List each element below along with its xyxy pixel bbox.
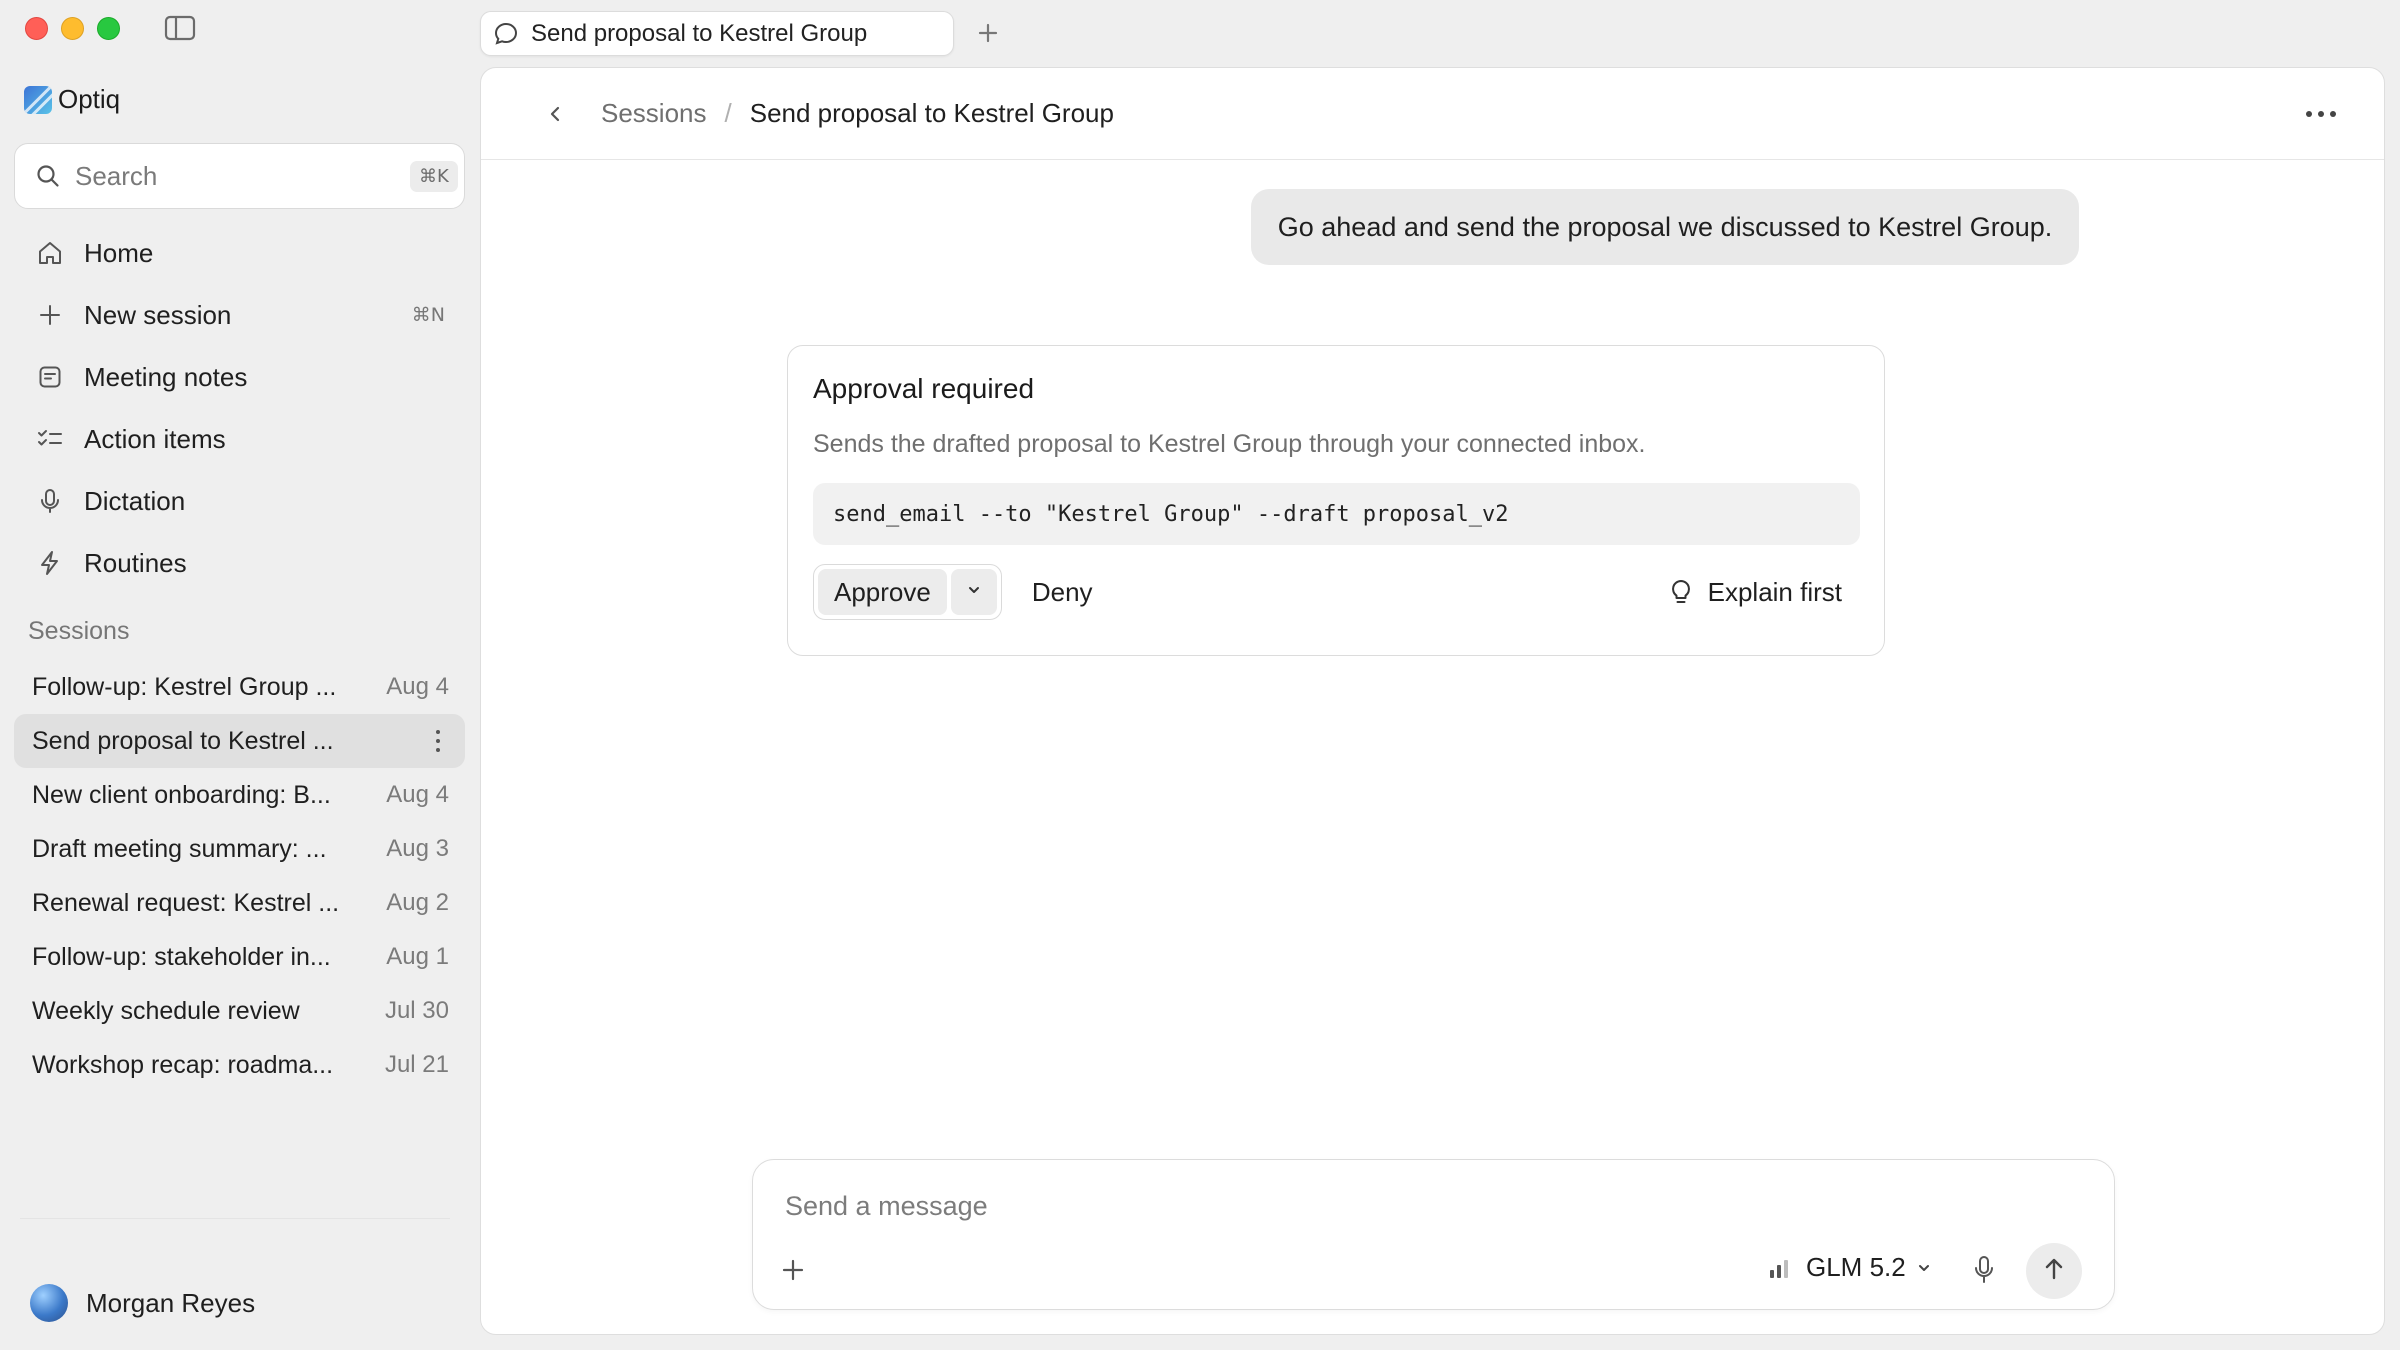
approve-split-button: Approve	[813, 564, 1002, 620]
session-title: Follow-up: stakeholder in...	[32, 942, 331, 971]
session-header: Sessions / Send proposal to Kestrel Grou…	[481, 68, 2384, 160]
zoom-window-button[interactable]	[97, 17, 120, 40]
session-date: Aug 1	[386, 943, 449, 970]
tab-title: Send proposal to Kestrel Group	[531, 19, 868, 47]
new-session-shortcut: ⌘N	[411, 304, 445, 326]
microphone-icon	[36, 487, 64, 515]
message-composer: GLM 5.2	[752, 1159, 2115, 1310]
session-title: Send proposal to Kestrel ...	[32, 726, 334, 755]
main-panel: Sessions / Send proposal to Kestrel Grou…	[480, 67, 2385, 1335]
session-date: Aug 3	[386, 835, 449, 862]
signal-bars-icon	[1768, 1257, 1792, 1279]
window-controls	[25, 17, 120, 40]
session-list: Follow-up: Kestrel Group ... Aug 4 Send …	[14, 660, 465, 1092]
sidebar-item-label: Dictation	[84, 485, 186, 516]
session-date: Aug 2	[386, 889, 449, 916]
model-name: GLM 5.2	[1806, 1252, 1906, 1282]
search-box[interactable]: ⌘K	[14, 143, 465, 209]
approval-actions: Approve Deny Explain first	[813, 564, 1860, 620]
sidebar-item-label: New session	[84, 299, 232, 330]
sidebar-item-label: Home	[84, 237, 154, 268]
approval-title: Approval required	[813, 373, 1035, 404]
session-more-icon[interactable]	[427, 726, 449, 756]
session-title: Follow-up: Kestrel Group ...	[32, 672, 337, 701]
approval-description: Sends the drafted proposal to Kestrel Gr…	[813, 430, 1646, 458]
session-item[interactable]: New client onboarding: B... Aug 4	[14, 768, 465, 822]
sidebar-item-action-items[interactable]: Action items	[14, 408, 465, 470]
sidebar-item-label: Meeting notes	[84, 361, 248, 392]
microphone-icon[interactable]	[1970, 1254, 1998, 1286]
breadcrumb-sessions[interactable]: Sessions	[601, 98, 707, 129]
sidebar-item-label: Routines	[84, 547, 187, 578]
more-options-icon[interactable]	[2306, 110, 2336, 117]
session-item[interactable]: Renewal request: Kestrel ... Aug 2	[14, 876, 465, 930]
chevron-down-icon	[1916, 1260, 1932, 1276]
chat-bubble-icon	[493, 21, 519, 47]
sidebar-item-meeting-notes[interactable]: Meeting notes	[14, 346, 465, 408]
session-title: Renewal request: Kestrel ...	[32, 888, 340, 917]
session-item[interactable]: Weekly schedule review Jul 30	[14, 984, 465, 1038]
session-title: New client onboarding: B...	[32, 780, 331, 809]
explain-first-button[interactable]: Explain first	[1668, 577, 1860, 608]
approval-card: Approval required Sends the drafted prop…	[787, 345, 1885, 656]
note-icon	[36, 363, 64, 391]
chevron-down-icon	[966, 582, 982, 603]
deny-button[interactable]: Deny	[1032, 577, 1093, 608]
sidebar-toggle-icon[interactable]	[164, 15, 196, 41]
breadcrumb-current: Send proposal to Kestrel Group	[749, 98, 1114, 128]
session-item[interactable]: Workshop recap: roadma... Jul 21	[14, 1038, 465, 1092]
user-message-bubble: Go ahead and send the proposal we discus…	[1251, 189, 2079, 265]
sidebar-item-dictation[interactable]: Dictation	[14, 470, 465, 532]
add-attachment-icon[interactable]	[779, 1256, 807, 1284]
plus-icon	[36, 301, 64, 329]
brand-name: Optiq	[58, 84, 121, 114]
session-item[interactable]: Draft meeting summary: ... Aug 3	[14, 822, 465, 876]
app-logo-icon	[24, 85, 52, 114]
lightbulb-icon	[1668, 578, 1694, 606]
arrow-up-icon	[2040, 1255, 2068, 1288]
close-window-button[interactable]	[25, 17, 48, 40]
session-title: Draft meeting summary: ...	[32, 834, 327, 863]
sessions-heading: Sessions	[28, 617, 130, 645]
search-input[interactable]	[75, 160, 410, 192]
bolt-icon	[36, 549, 64, 577]
checklist-icon	[36, 425, 64, 453]
new-tab-button[interactable]	[975, 20, 1001, 46]
session-title: Workshop recap: roadma...	[32, 1050, 334, 1079]
sidebar-item-routines[interactable]: Routines	[14, 532, 465, 594]
send-button[interactable]	[2026, 1243, 2082, 1299]
sidebar-item-label: Action items	[84, 423, 226, 454]
session-date: Aug 4	[386, 673, 449, 700]
brand: Optiq	[24, 84, 120, 115]
approve-options-button[interactable]	[950, 569, 997, 615]
avatar	[30, 1284, 68, 1322]
search-shortcut: ⌘K	[410, 160, 458, 192]
explain-first-label: Explain first	[1707, 576, 1842, 607]
home-icon	[36, 239, 64, 267]
breadcrumb-separator: /	[724, 98, 732, 128]
approval-command: send_email --to "Kestrel Group" --draft …	[813, 483, 1860, 545]
user-profile[interactable]: Morgan Reyes	[30, 1284, 255, 1322]
minimize-window-button[interactable]	[61, 17, 84, 40]
session-date: Jul 21	[384, 1051, 449, 1078]
session-title: Weekly schedule review	[32, 996, 300, 1025]
sidebar-item-new-session[interactable]: New session ⌘N	[14, 284, 465, 346]
session-item-active[interactable]: Send proposal to Kestrel ...	[14, 714, 465, 768]
model-selector[interactable]: GLM 5.2	[1768, 1252, 1932, 1283]
sidebar-divider	[20, 1218, 450, 1219]
sidebar-item-home[interactable]: Home	[14, 222, 465, 284]
tab-current-session[interactable]: Send proposal to Kestrel Group	[480, 11, 954, 56]
session-date: Jul 30	[384, 997, 449, 1024]
session-item[interactable]: Follow-up: stakeholder in... Aug 1	[14, 930, 465, 984]
session-item[interactable]: Follow-up: Kestrel Group ... Aug 4	[14, 660, 465, 714]
approve-button[interactable]: Approve	[818, 569, 947, 615]
session-date: Aug 4	[386, 781, 449, 808]
message-input[interactable]	[785, 1186, 1985, 1226]
search-icon	[35, 163, 61, 189]
back-chevron-icon[interactable]	[541, 99, 571, 129]
sidebar-nav: Home New session ⌘N Meeting notes Action…	[14, 222, 465, 594]
user-name: Morgan Reyes	[86, 1287, 256, 1318]
